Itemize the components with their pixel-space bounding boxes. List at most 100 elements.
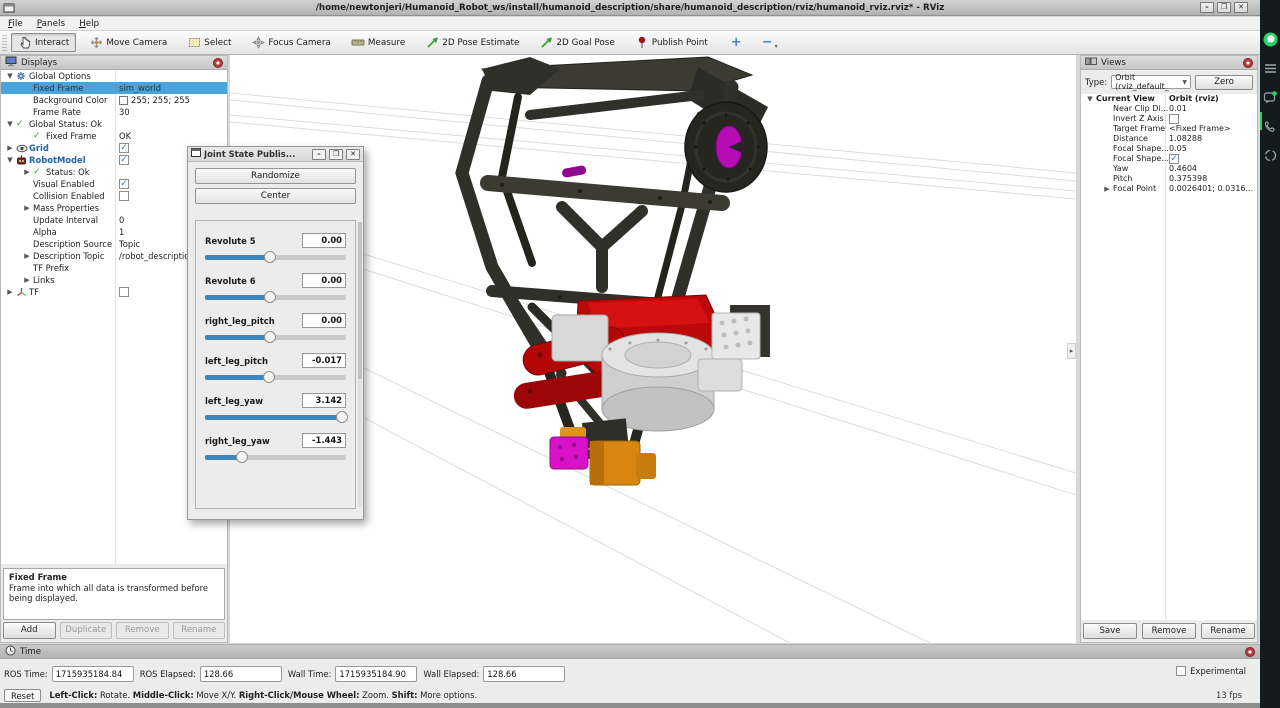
- menu-panels[interactable]: Panels: [37, 19, 65, 29]
- views-close-icon[interactable]: [1243, 58, 1253, 68]
- close-button[interactable]: ✕: [1234, 2, 1248, 13]
- checkbox[interactable]: [1169, 114, 1179, 124]
- expand-icon[interactable]: ▶: [4, 142, 16, 154]
- joint-slider-handle[interactable]: [236, 451, 248, 463]
- views-save-button[interactable]: Save: [1083, 623, 1137, 639]
- add-button[interactable]: Add: [3, 622, 56, 639]
- expand-icon[interactable]: ▶: [21, 250, 33, 262]
- tree-row[interactable]: ▶Focal Point0.0026401; 0.0316...: [1081, 184, 1257, 194]
- tool-measure[interactable]: Measure: [344, 33, 412, 52]
- joint-slider-handle[interactable]: [264, 331, 276, 343]
- tree-row[interactable]: Invert Z Axis: [1081, 114, 1257, 124]
- add-tool-button[interactable]: +: [721, 35, 752, 50]
- view-type-select[interactable]: Orbit (rviz_default_ ▼: [1111, 75, 1191, 89]
- collapse-icon[interactable]: ▼: [4, 70, 16, 82]
- joint-value-field[interactable]: 0.00: [302, 233, 346, 248]
- whatsapp-icon[interactable]: [1263, 32, 1278, 47]
- dialog-close-button[interactable]: ✕: [346, 149, 360, 160]
- joint-slider-track[interactable]: [205, 455, 346, 460]
- expand-icon[interactable]: ▶: [21, 202, 33, 214]
- joint-value-field[interactable]: 0.00: [302, 313, 346, 328]
- checkbox[interactable]: ✓: [119, 155, 129, 165]
- joint-slider-track[interactable]: [205, 415, 346, 420]
- checkbox[interactable]: [119, 191, 129, 201]
- views-remove-button[interactable]: Remove: [1142, 623, 1196, 639]
- checkbox[interactable]: ✓: [119, 179, 129, 189]
- displays-panel-header[interactable]: Displays: [1, 56, 227, 70]
- center-button[interactable]: Center: [195, 188, 356, 204]
- chats-icon[interactable]: [1263, 90, 1278, 105]
- tool-move-camera[interactable]: Move Camera: [82, 33, 174, 52]
- maximize-button[interactable]: ❒: [1217, 2, 1231, 13]
- dialog-title-bar[interactable]: Joint State Publis... – ❒ ✕: [188, 147, 363, 162]
- collapse-icon[interactable]: ▼: [4, 118, 16, 130]
- dialog-scrollbar[interactable]: [358, 222, 362, 507]
- tree-row[interactable]: ▼Global Options: [1, 70, 227, 82]
- views-rename-button[interactable]: Rename: [1201, 623, 1255, 639]
- dialog-minimize-button[interactable]: –: [312, 149, 326, 160]
- tree-row[interactable]: Fixed Framesim_world: [1, 82, 227, 94]
- time-field-input[interactable]: 128.66: [483, 666, 565, 682]
- time-panel-header[interactable]: Time: [0, 645, 1260, 659]
- zero-button[interactable]: Zero: [1195, 75, 1253, 90]
- tool-interact[interactable]: Interact: [11, 33, 76, 52]
- randomize-button[interactable]: Randomize: [195, 168, 356, 184]
- expand-icon[interactable]: ▶: [21, 166, 33, 178]
- tree-row[interactable]: Background Color255; 255; 255: [1, 94, 227, 106]
- joint-slider-track[interactable]: [205, 255, 346, 260]
- expand-icon[interactable]: ▶: [21, 274, 33, 286]
- tree-row[interactable]: Focal Shape...✓: [1081, 154, 1257, 164]
- panel-collapse-handle[interactable]: ▸: [1067, 343, 1076, 359]
- tree-row[interactable]: Yaw0.4604: [1081, 164, 1257, 174]
- tree-row[interactable]: ✓Fixed FrameOK: [1, 130, 227, 142]
- tree-row[interactable]: Frame Rate30: [1, 106, 227, 118]
- views-panel-header[interactable]: Views: [1081, 56, 1257, 70]
- tool-focus-camera[interactable]: Focus Camera: [244, 33, 337, 52]
- time-field-input[interactable]: 1715935184.84: [52, 666, 134, 682]
- menu-icon[interactable]: [1263, 61, 1278, 76]
- collapse-icon[interactable]: ▼: [1084, 94, 1096, 104]
- status-icon[interactable]: [1263, 148, 1278, 163]
- joint-slider-handle[interactable]: [264, 291, 276, 303]
- checkbox[interactable]: [119, 287, 129, 297]
- time-close-icon[interactable]: [1245, 647, 1255, 657]
- joint-slider-track[interactable]: [205, 375, 346, 380]
- tree-row[interactable]: ▼Current ViewOrbit (rviz): [1081, 94, 1257, 104]
- calls-icon[interactable]: [1263, 119, 1278, 134]
- time-field-input[interactable]: 1715935184.90: [335, 666, 417, 682]
- joint-value-field[interactable]: -0.017: [302, 353, 346, 368]
- joint-slider-handle[interactable]: [336, 411, 348, 423]
- tree-row[interactable]: Focal Shape...0.05: [1081, 144, 1257, 154]
- joint-value-field[interactable]: -1.443: [302, 433, 346, 448]
- joint-slider-track[interactable]: [205, 335, 346, 340]
- menu-file[interactable]: File: [8, 19, 23, 29]
- color-swatch[interactable]: [119, 96, 128, 105]
- joint-value-field[interactable]: 0.00: [302, 273, 346, 288]
- tool-select[interactable]: Select: [180, 33, 238, 52]
- experimental-checkbox[interactable]: [1176, 666, 1186, 676]
- expand-icon[interactable]: ▶: [1101, 184, 1113, 194]
- tree-row[interactable]: Target Frame<Fixed Frame>: [1081, 124, 1257, 134]
- minimize-button[interactable]: –: [1200, 2, 1214, 13]
- reset-button[interactable]: Reset: [4, 689, 41, 702]
- dialog-maximize-button[interactable]: ❒: [329, 149, 343, 160]
- tree-row[interactable]: Distance1.08288: [1081, 134, 1257, 144]
- expand-icon[interactable]: ▶: [4, 286, 16, 298]
- toolbar-grip[interactable]: [2, 35, 7, 51]
- remove-tool-button[interactable]: −: [752, 35, 783, 50]
- collapse-icon[interactable]: ▼: [4, 154, 16, 166]
- time-field-input[interactable]: 128.66: [200, 666, 282, 682]
- joint-slider-handle[interactable]: [263, 371, 275, 383]
- tool-goal-pose[interactable]: 2D Goal Pose: [532, 33, 621, 52]
- menu-help[interactable]: Help: [79, 19, 99, 29]
- tree-row[interactable]: Near Clip Di...0.01: [1081, 104, 1257, 114]
- displays-close-icon[interactable]: [213, 58, 223, 68]
- tree-row[interactable]: ▼✓Global Status: Ok: [1, 118, 227, 130]
- joint-slider-handle[interactable]: [264, 251, 276, 263]
- title-bar[interactable]: /home/newtonjeri/Humanoid_Robot_ws/insta…: [0, 0, 1260, 16]
- joint-slider-track[interactable]: [205, 295, 346, 300]
- checkbox[interactable]: ✓: [1169, 154, 1179, 164]
- tree-row[interactable]: Pitch0.375398: [1081, 174, 1257, 184]
- tool-pose-estimate[interactable]: 2D Pose Estimate: [418, 33, 526, 52]
- joint-value-field[interactable]: 3.142: [302, 393, 346, 408]
